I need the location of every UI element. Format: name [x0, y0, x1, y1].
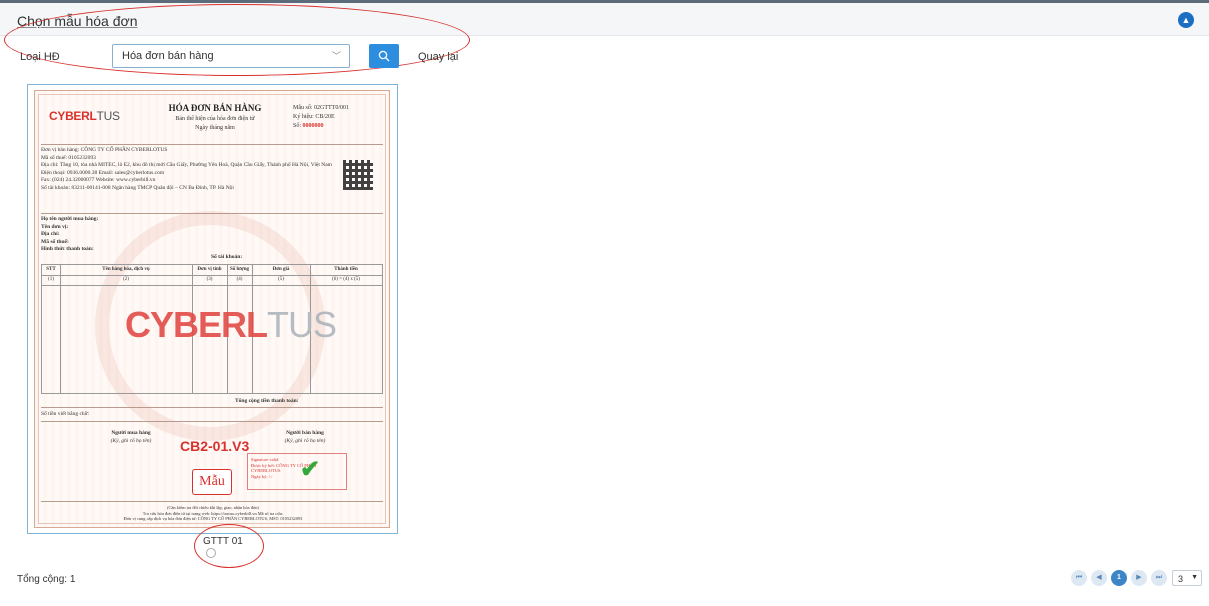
amount-in-words-label: Số tiền viết bằng chữ: — [41, 411, 90, 417]
chevron-down-icon: ﹀ — [331, 51, 341, 61]
first-page-icon[interactable]: ⏮ — [1071, 570, 1087, 586]
page-button-current[interactable]: 1 — [1111, 570, 1127, 586]
invoice-type-label: Loại HĐ — [20, 51, 60, 63]
back-button[interactable]: Quay lại — [418, 51, 458, 63]
template-radio[interactable] — [206, 548, 216, 558]
invoice-footer: (Cần kiểm tra đối chiếu khi lập, giao, n… — [123, 505, 303, 521]
total-payment-label: Tổng cộng tiền thanh toán: — [235, 398, 299, 404]
seller-info: Đơn vị bán hàng: CÔNG TY CỔ PHẦN CYBERLO… — [41, 147, 332, 191]
invoice-type-select[interactable]: Hóa đơn bán hàng ﹀ — [112, 44, 350, 68]
total-count: Tổng cộng: 1 — [17, 574, 76, 585]
page-title: Chọn mẫu hóa đơn — [17, 13, 138, 29]
search-button[interactable] — [369, 44, 399, 68]
brand-watermark: CYBERLTUS — [125, 304, 337, 345]
search-icon — [378, 50, 390, 62]
buyer-account: Số tài khoản: — [211, 254, 243, 260]
brand-logo-small: CYBERLTUS — [49, 109, 120, 123]
prev-page-icon[interactable]: ◀ — [1091, 570, 1107, 586]
invoice-title: HÓA ĐƠN BÁN HÀNG — [168, 103, 262, 113]
template-code: CB2-01.V3 — [180, 438, 250, 454]
seller-signature: Người bán hàng (Ký, ghi rõ họ tên) — [284, 430, 326, 444]
invoice-subtitle: Bản thể hiện của hóa đơn điện tử Ngày th… — [175, 116, 255, 131]
invoice-meta: Mẫu số: 02GTTT0/001 Ký hiệu: CB/20E Số: … — [293, 105, 349, 129]
last-page-icon[interactable]: ⏭ — [1151, 570, 1167, 586]
template-preview-card[interactable]: CYBERLTUS HÓA ĐƠN BÁN HÀNG Bản thể hiện … — [27, 84, 398, 534]
chevron-down-icon: ▼ — [1191, 574, 1198, 581]
page-size-select[interactable]: 3 ▼ — [1172, 570, 1202, 586]
template-name: GTTT 01 — [203, 536, 243, 547]
qr-code — [343, 160, 373, 190]
checkmark-icon: ✔ — [300, 456, 321, 483]
sample-stamp: Mẫu — [192, 469, 232, 495]
chevron-up-icon[interactable]: ▲ — [1178, 12, 1194, 28]
buyer-info: Họ tên người mua hàng: Tên đơn vị: Địa c… — [41, 216, 99, 253]
invoice-type-value: Hóa đơn bán hàng — [122, 50, 214, 62]
digital-signature-box: Signature valid Được ký bởi: CÔNG TY CỔ … — [247, 453, 347, 490]
buyer-signature: Người mua hàng (Ký, ghi rõ họ tên) — [110, 430, 152, 444]
page-size-value: 3 — [1178, 574, 1184, 584]
panel-header: Chọn mẫu hóa đơn ▲ — [0, 3, 1209, 36]
invoice-sheet: CYBERLTUS HÓA ĐƠN BÁN HÀNG Bản thể hiện … — [34, 90, 390, 528]
next-page-icon[interactable]: ▶ — [1131, 570, 1147, 586]
